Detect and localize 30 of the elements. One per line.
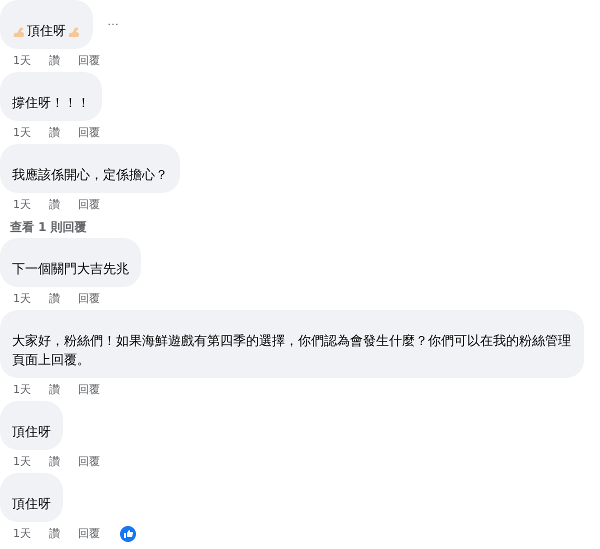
like-link[interactable]: 讚 bbox=[49, 454, 60, 469]
like-link[interactable]: 讚 bbox=[49, 53, 60, 68]
comment-text: 撐住呀！！！ bbox=[12, 95, 90, 113]
reply-link[interactable]: 回覆 bbox=[78, 454, 100, 469]
comment-time: 1天 bbox=[13, 382, 31, 397]
like-link[interactable]: 讚 bbox=[49, 382, 60, 397]
more-options-button[interactable]: … bbox=[107, 14, 120, 28]
comment-text: 頂住呀 bbox=[12, 496, 51, 514]
comment-text: 頂住呀 bbox=[12, 424, 51, 442]
reply-link[interactable]: 回覆 bbox=[78, 291, 100, 306]
comment-text: 大家好，粉絲們！如果海鮮遊戲有第四季的選擇，你們認為會發生什麼？你們可以在我的粉絲管理頁面上回覆。 bbox=[12, 333, 572, 370]
reply-link[interactable]: 回覆 bbox=[78, 526, 100, 541]
reply-link[interactable]: 回覆 bbox=[78, 382, 100, 397]
comment-time: 1天 bbox=[13, 53, 31, 68]
view-replies-link[interactable]: 查看 1 則回覆 bbox=[0, 216, 87, 238]
comment-text: 頂住呀 bbox=[27, 23, 66, 41]
comment-time: 1天 bbox=[13, 197, 31, 212]
like-link[interactable]: 讚 bbox=[49, 526, 60, 541]
reply-link[interactable]: 回覆 bbox=[78, 53, 100, 68]
comment-text: 下一個關門大吉先兆 bbox=[12, 261, 129, 279]
like-link[interactable]: 讚 bbox=[49, 291, 60, 306]
comment-time: 1天 bbox=[13, 454, 31, 469]
like-link[interactable]: 讚 bbox=[49, 197, 60, 212]
reply-link[interactable]: 回覆 bbox=[78, 197, 100, 212]
comment-time: 1天 bbox=[13, 291, 31, 306]
like-link[interactable]: 讚 bbox=[49, 125, 60, 140]
comment-time: 1天 bbox=[13, 526, 31, 541]
comment-text: 我應該係開心，定係擔心？ bbox=[12, 167, 168, 185]
comment-time: 1天 bbox=[13, 125, 31, 140]
reply-link[interactable]: 回覆 bbox=[78, 125, 100, 140]
